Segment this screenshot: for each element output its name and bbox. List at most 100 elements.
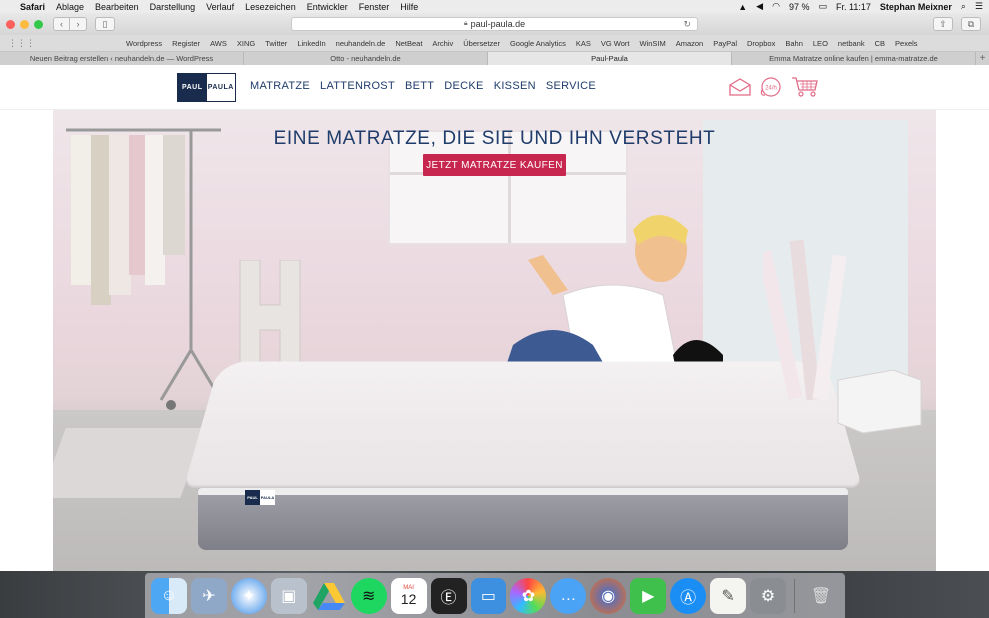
notification-center-icon[interactable]: ☰ — [975, 1, 983, 12]
chevron-left-icon: ‹ — [60, 19, 63, 29]
nav-lattenrost[interactable]: LATTENROST — [320, 80, 395, 92]
nav-matratze[interactable]: MATRATZE — [250, 80, 310, 92]
buy-mattress-button[interactable]: JETZT MATRATZE KAUFEN — [423, 154, 566, 176]
favorite-vg-wort[interactable]: VG Wort — [601, 39, 630, 48]
battery-icon[interactable]: ▭ — [818, 1, 827, 12]
menu-fenster[interactable]: Fenster — [359, 2, 390, 12]
site-logo[interactable]: PAUL PAULA — [177, 73, 236, 102]
menu-safari[interactable]: Safari — [20, 2, 45, 12]
close-window-button[interactable] — [6, 19, 15, 29]
dock-separator — [794, 578, 795, 613]
mattress-tag-paula: PAULA — [260, 490, 275, 505]
reload-icon[interactable]: ↻ — [683, 19, 691, 30]
finder-icon[interactable]: ☺ — [151, 577, 187, 614]
keynote-icon[interactable]: ▭ — [470, 577, 507, 614]
menu-bearbeiten[interactable]: Bearbeiten — [95, 2, 139, 12]
favorite-neuhandeln[interactable]: neuhandeln.de — [336, 39, 386, 48]
phone-support-icon[interactable]: 24/h — [759, 76, 783, 98]
textedit-icon[interactable]: ✎ — [710, 577, 747, 614]
favorite-bahn[interactable]: Bahn — [785, 39, 803, 48]
share-icon: ⇧ — [939, 18, 947, 29]
favorite-netbank[interactable]: netbank — [838, 39, 865, 48]
volume-icon[interactable]: ◀ — [756, 1, 763, 12]
favorite-pexels[interactable]: Pexels — [895, 39, 918, 48]
user-name[interactable]: Stephan Meixner — [880, 2, 952, 12]
window-controls — [6, 19, 43, 29]
favorite-amazon[interactable]: Amazon — [676, 39, 704, 48]
menu-ablage[interactable]: Ablage — [56, 2, 84, 12]
messages-icon[interactable]: … — [550, 577, 587, 614]
clock[interactable]: Fr. 11:17 — [836, 2, 871, 12]
forward-button[interactable]: › — [70, 17, 87, 31]
app-store-icon[interactable]: Ⓐ — [670, 577, 707, 614]
upload-icon[interactable]: ▲ — [738, 2, 747, 12]
app-circle-e-icon[interactable]: Ⓔ — [430, 577, 467, 614]
toolbar-right: ⇧ ⧉ — [933, 17, 981, 31]
menu-hilfe[interactable]: Hilfe — [400, 2, 418, 12]
favorite-winsim[interactable]: WinSIM — [639, 39, 665, 48]
spotlight-icon[interactable]: ⌕ — [961, 1, 966, 12]
menu-verlauf[interactable]: Verlauf — [206, 2, 234, 12]
favorite-aws[interactable]: AWS — [210, 39, 227, 48]
back-button[interactable]: ‹ — [53, 17, 70, 31]
mail-icon[interactable] — [729, 78, 751, 96]
share-button[interactable]: ⇧ — [933, 17, 953, 31]
favorite-twitter[interactable]: Twitter — [265, 39, 287, 48]
menu-lesezeichen[interactable]: Lesezeichen — [245, 2, 296, 12]
battery-percent[interactable]: 97 % — [789, 2, 810, 12]
facetime-icon[interactable]: ▶ — [630, 577, 667, 614]
tab-otto[interactable]: Otto - neuhandeln.de — [244, 52, 488, 65]
wifi-icon[interactable]: ◠ — [772, 1, 780, 12]
google-drive-icon[interactable] — [311, 578, 347, 614]
main-nav: MATRATZE LATTENROST BETT DECKE KISSEN SE… — [250, 80, 596, 92]
photos-icon[interactable]: ✿ — [510, 577, 547, 614]
nav-kissen[interactable]: KISSEN — [494, 80, 536, 92]
favorite-cb[interactable]: CB — [875, 39, 885, 48]
new-tab-button[interactable]: + — [976, 52, 989, 65]
favorite-leo[interactable]: LEO — [813, 39, 828, 48]
url-text: paul-paula.de — [470, 19, 526, 29]
tab-overview-button[interactable]: ⧉ — [961, 17, 981, 31]
sidebar-toggle-button[interactable]: ▯ — [95, 17, 115, 31]
launchpad-icon[interactable]: ✈ — [190, 577, 227, 614]
favorite-netbeat[interactable]: NetBeat — [395, 39, 422, 48]
nav-decke[interactable]: DECKE — [444, 80, 483, 92]
menu-darstellung[interactable]: Darstellung — [150, 2, 196, 12]
favorite-xing[interactable]: XING — [237, 39, 255, 48]
menu-entwickler[interactable]: Entwickler — [307, 2, 348, 12]
preview-icon[interactable]: ▣ — [270, 577, 307, 614]
favorite-paypal[interactable]: PayPal — [713, 39, 737, 48]
nav-bett[interactable]: BETT — [405, 80, 434, 92]
shopping-cart-icon[interactable] — [791, 76, 819, 98]
menubar-status: ▲ ◀ ◠ 97 % ▭ Fr. 11:17 Stephan Meixner ⌕… — [738, 1, 983, 12]
minimize-window-button[interactable] — [20, 19, 29, 29]
system-preferences-icon[interactable]: ⚙ — [750, 577, 786, 614]
phone-support-label: 24/h — [765, 86, 777, 92]
spotify-icon[interactable]: ≋ — [350, 577, 387, 614]
web-page: PAUL PAULA MATRATZE LATTENROST BETT DECK… — [0, 65, 989, 571]
favorite-linkedin[interactable]: LinkedIn — [297, 39, 325, 48]
favorite-archiv[interactable]: Archiv — [432, 39, 453, 48]
tabs-icon: ⧉ — [967, 18, 975, 29]
calendar-icon[interactable]: MAI 12 — [390, 577, 427, 614]
firefox-icon[interactable]: ◉ — [590, 577, 627, 614]
nav-service[interactable]: SERVICE — [546, 80, 596, 92]
header-icons: 24/h — [729, 76, 819, 98]
logo-paul: PAUL — [178, 74, 207, 101]
lock-icon: 🔒︎ — [463, 20, 468, 27]
favorite-dropbox[interactable]: Dropbox — [747, 39, 775, 48]
sidebar-icon: ▯ — [102, 18, 108, 29]
favorite-google-analytics[interactable]: Google Analytics — [510, 39, 566, 48]
favorite-register[interactable]: Register — [172, 39, 200, 48]
top-sites-grid-icon[interactable]: ⋮⋮⋮ — [8, 38, 126, 49]
safari-icon[interactable]: ✦ — [230, 577, 267, 614]
tab-paul-paula[interactable]: Paul-Paula — [488, 52, 732, 65]
tab-emma[interactable]: Emma Matratze online kaufen | emma-matra… — [732, 52, 976, 65]
zoom-window-button[interactable] — [34, 19, 43, 29]
favorite-uebersetzer[interactable]: Übersetzer — [463, 39, 500, 48]
trash-icon[interactable]: 🗑︎ — [803, 578, 839, 614]
favorite-wordpress[interactable]: Wordpress — [126, 39, 162, 48]
favorite-kas[interactable]: KAS — [576, 39, 591, 48]
tab-wordpress[interactable]: Neuen Beitrag erstellen ‹ neuhandeln.de … — [0, 52, 244, 65]
address-bar[interactable]: 🔒︎ paul-paula.de ↻ — [291, 17, 698, 31]
